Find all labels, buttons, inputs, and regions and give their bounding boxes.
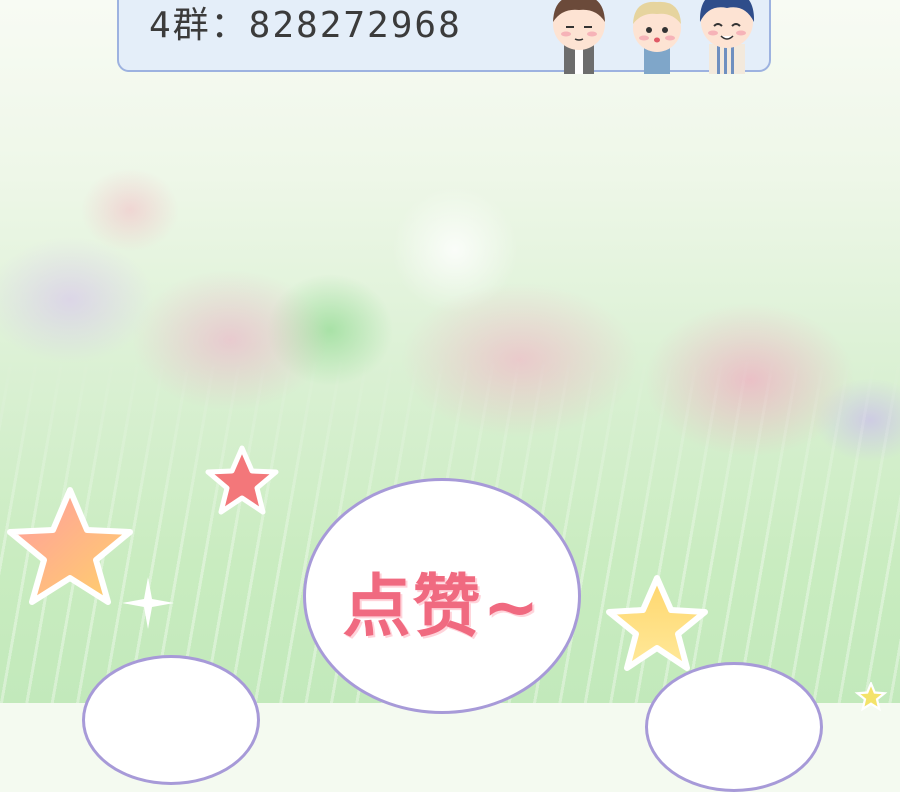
like-text: 点赞~ [342,568,542,647]
chibi-character-1 [553,0,605,74]
yellow-star-icon [606,575,708,671]
chibi-character-3 [699,0,755,74]
pink-star-icon [205,445,279,515]
group-banner: 4群：828272968 [117,0,771,74]
right-bubble[interactable] [645,662,823,792]
like-bubble[interactable]: 点赞~ [303,478,581,714]
left-bubble[interactable] [82,655,260,785]
sparkle-icon [122,577,174,629]
chibi-character-2 [633,1,681,74]
small-yellow-star-icon [854,682,888,712]
group-number-text: 4群：828272968 [149,5,462,46]
